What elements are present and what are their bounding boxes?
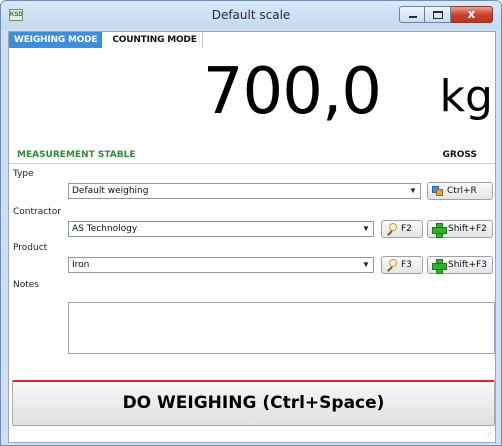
stability-status: MEASUREMENT STABLE [17,150,136,160]
product-add-label: Shift+F3 [448,260,487,270]
product-label: Product [13,243,48,253]
contractor-add-button[interactable]: Shift+F2 [427,220,493,238]
notes-label: Notes [13,280,39,290]
minimize-button[interactable] [399,6,425,23]
tab-counting-mode[interactable]: COUNTING MODE [102,32,203,48]
weight-display: 700,0 kg [9,58,495,126]
notes-textarea[interactable] [68,302,495,354]
title-bar[interactable]: KSD Default scale x [1,1,501,29]
contractor-search-button[interactable]: F2 [381,220,423,238]
chevron-down-icon[interactable]: ▼ [408,186,418,196]
type-label: Type [13,169,34,179]
mode-tabs: WEIGHING MODE COUNTING MODE [9,32,203,48]
weighing-type-icon [432,185,444,197]
type-shortcut-button[interactable]: Ctrl+R [427,182,493,200]
product-search-label: F3 [401,260,412,270]
type-select[interactable]: Default weighing ▼ [68,183,421,199]
product-search-button[interactable]: F3 [381,256,423,274]
product-add-button[interactable]: Shift+F3 [427,256,493,274]
weight-unit: kg [439,71,493,122]
add-icon [432,258,447,274]
contractor-select[interactable]: AS Technology ▼ [68,221,374,237]
chevron-down-icon[interactable]: ▼ [361,224,371,234]
search-icon [386,222,398,236]
do-weighing-button[interactable]: DO WEIGHING (Ctrl+Space) [12,380,495,426]
search-icon [386,258,398,272]
maximize-button[interactable] [425,6,451,23]
minimize-icon [409,16,417,18]
contractor-add-label: Shift+F2 [448,224,487,234]
status-bar: MEASUREMENT STABLE GROSS [9,150,495,164]
weight-value: 700,0 [202,55,382,129]
type-select-value: Default weighing [72,186,149,196]
resize-grip-icon[interactable]: ⋰ [485,432,493,440]
chevron-down-icon[interactable]: ▼ [361,260,371,270]
contractor-select-value: AS Technology [72,224,138,234]
add-icon [432,222,447,238]
tab-weighing-mode[interactable]: WEIGHING MODE [9,32,103,48]
weighing-mode-status: GROSS [442,150,477,160]
product-select[interactable]: Iron ▼ [68,257,374,273]
contractor-search-label: F2 [401,224,412,234]
close-icon: x [467,7,476,21]
contractor-label: Contractor [13,207,61,217]
close-button[interactable]: x [451,6,493,23]
type-shortcut-label: Ctrl+R [447,186,477,196]
window-controls: x [399,6,493,24]
app-window: KSD Default scale x WEIGHING MODE COUNTI… [0,0,502,446]
product-select-value: Iron [72,260,90,270]
main-panel: WEIGHING MODE COUNTING MODE 700,0 kg MEA… [8,31,496,443]
maximize-icon [433,11,443,19]
